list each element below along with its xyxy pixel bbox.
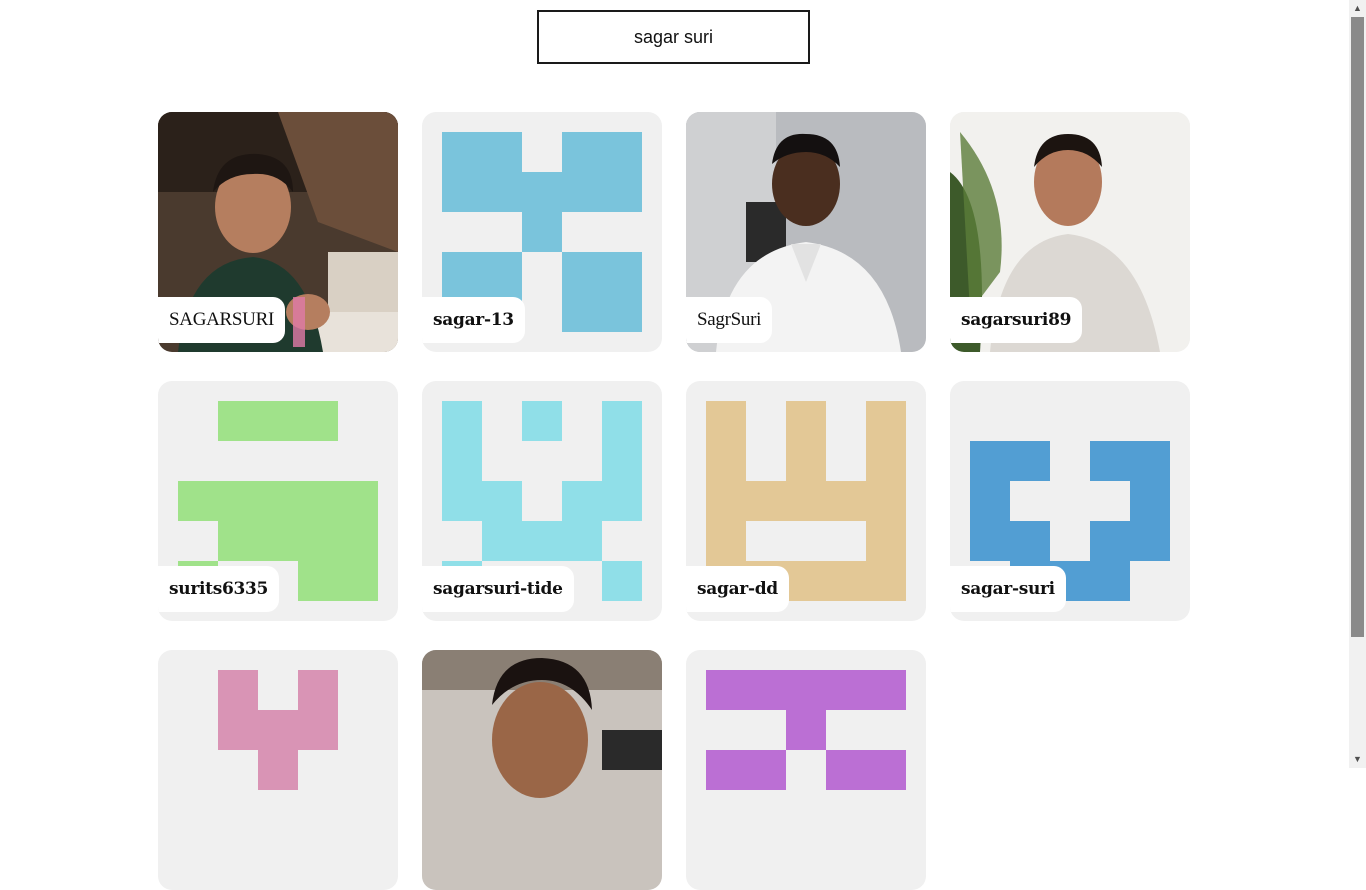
username-label: sagarsuri89 [950, 297, 1083, 343]
username-label: sagarsuri-tide [422, 566, 574, 612]
identicon-avatar [218, 670, 338, 790]
user-card-surits6335[interactable]: surits6335 [158, 381, 398, 621]
user-avatar [422, 650, 662, 890]
user-card-sagar-suri[interactable]: sagar-suri [950, 381, 1190, 621]
username-label: SagrSuri [686, 297, 773, 343]
user-card-sagar-dd[interactable]: sagar-dd [686, 381, 926, 621]
user-card[interactable] [422, 650, 662, 890]
scroll-down-arrow-icon[interactable]: ▼ [1349, 751, 1366, 768]
user-card[interactable] [686, 650, 926, 890]
vertical-scrollbar[interactable]: ▲ ▼ [1349, 0, 1366, 768]
user-card-sagrsuri[interactable]: SagrSuri [686, 112, 926, 352]
username-label: sagar-13 [422, 297, 525, 343]
user-card[interactable] [158, 650, 398, 890]
username-label: sagar-dd [686, 566, 789, 612]
scroll-up-arrow-icon[interactable]: ▲ [1349, 0, 1366, 17]
username-label: sagar-suri [950, 566, 1066, 612]
user-card-sagarsuri[interactable]: SAGARSURI [158, 112, 398, 352]
username-label: surits6335 [158, 566, 280, 612]
user-card-sagar-13[interactable]: sagar-13 [422, 112, 662, 352]
search-input[interactable] [537, 10, 810, 64]
scrollbar-thumb[interactable] [1351, 17, 1364, 637]
username-label: SAGARSURI [158, 297, 285, 343]
identicon-avatar [706, 670, 906, 790]
user-card-sagarsuri89[interactable]: sagarsuri89 [950, 112, 1190, 352]
user-card-sagarsuri-tide[interactable]: sagarsuri-tide [422, 381, 662, 621]
